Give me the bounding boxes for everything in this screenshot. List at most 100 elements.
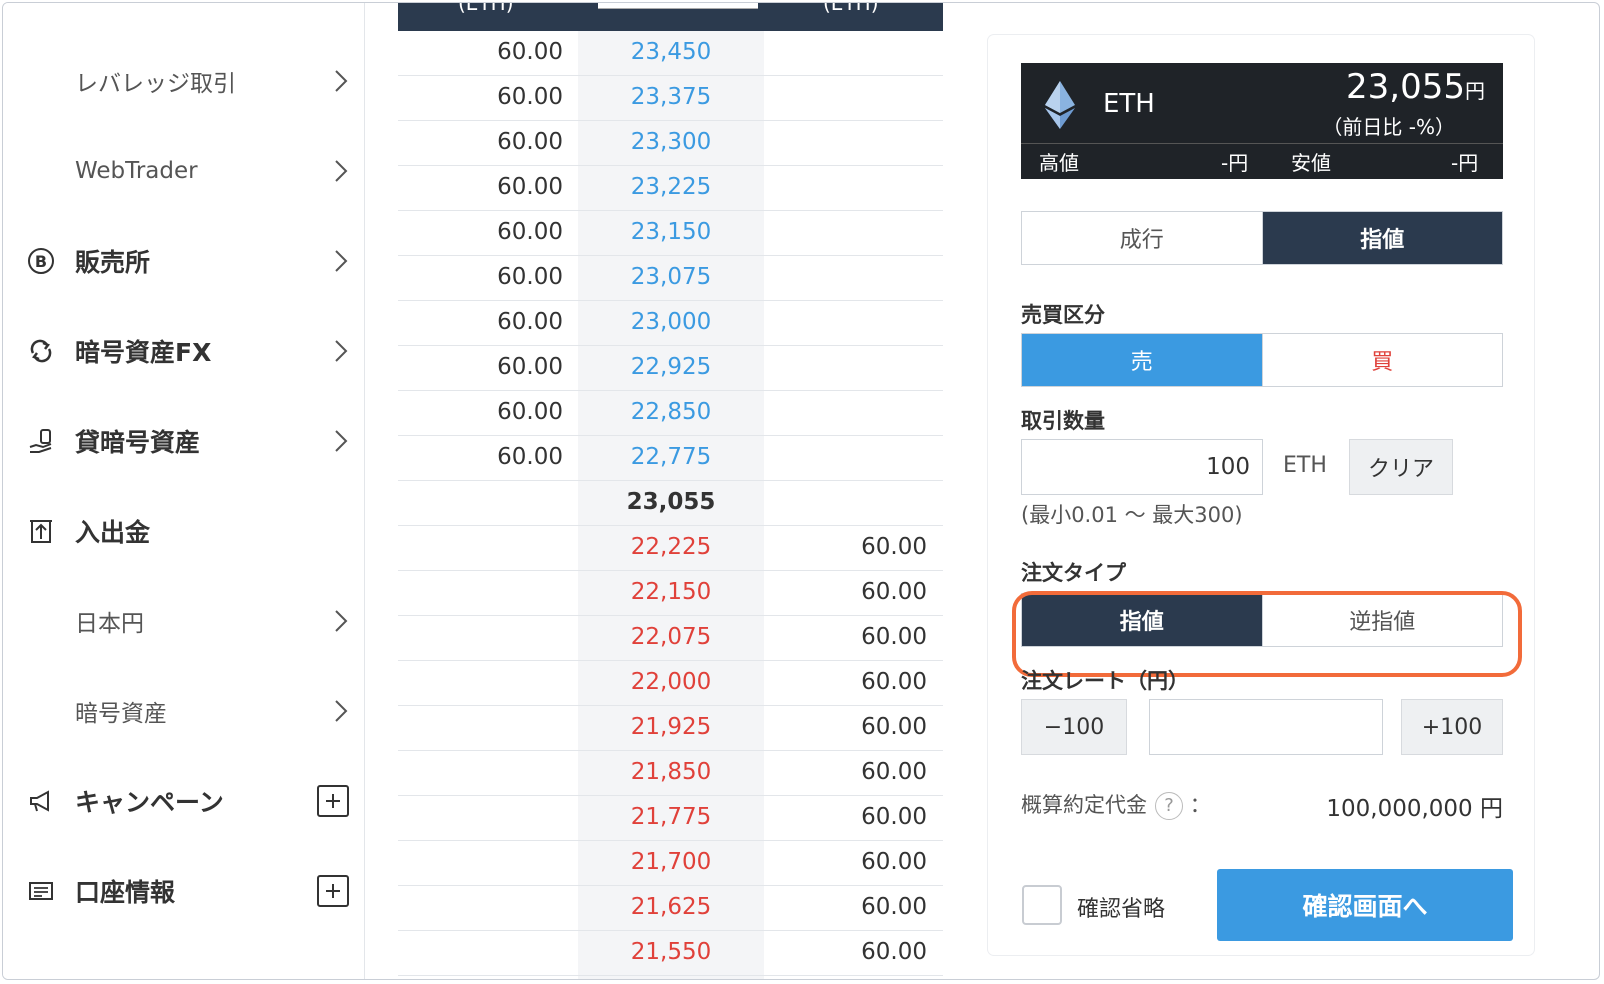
- order-book-row[interactable]: 21,775 60.00: [398, 796, 943, 841]
- sidebar-item-crypto[interactable]: 暗号資産: [3, 681, 363, 741]
- quantity-input[interactable]: 100: [1021, 439, 1263, 495]
- header-left-unit: (ETH): [458, 2, 514, 15]
- order-book-header: (ETH) (ETH): [398, 3, 943, 31]
- bid-qty: 60.00: [497, 129, 563, 155]
- help-question-icon[interactable]: ?: [1155, 792, 1183, 820]
- rate-plus-button[interactable]: +100: [1401, 699, 1503, 755]
- order-book-row[interactable]: 60.00 23,450: [398, 31, 943, 76]
- ask-qty: 60.00: [861, 894, 927, 920]
- bid-qty: 60.00: [497, 309, 563, 335]
- price: 22,775: [630, 444, 712, 470]
- low-value: -円: [1451, 151, 1479, 175]
- ask-qty: 60.00: [861, 804, 927, 830]
- sidebar-item-jpy[interactable]: 日本円: [3, 591, 363, 651]
- sidebar-item-label: 日本円: [75, 611, 144, 637]
- clear-button[interactable]: クリア: [1349, 439, 1453, 495]
- side-label: 売買区分: [1021, 303, 1105, 327]
- price: 22,000: [630, 669, 712, 695]
- price: 21,625: [630, 894, 712, 920]
- ask-qty: 60.00: [861, 714, 927, 740]
- order-book-row[interactable]: 21,850 60.00: [398, 751, 943, 796]
- sidebar-item-label: 暗号資産: [75, 701, 167, 727]
- sidebar-item-lending[interactable]: 貸暗号資産: [3, 411, 363, 471]
- qty-unit: ETH: [1283, 453, 1327, 478]
- order-book-row[interactable]: 60.00 23,000: [398, 301, 943, 346]
- sidebar-item-webtrader[interactable]: WebTrader: [3, 141, 363, 201]
- exchange-arrows-icon: [25, 335, 57, 367]
- sidebar-item-campaign[interactable]: キャンペーン: [3, 771, 363, 831]
- header-scroll-bar[interactable]: [598, 3, 758, 9]
- order-book-row[interactable]: 21,925 60.00: [398, 706, 943, 751]
- ticker-price-unit: 円: [1465, 79, 1485, 103]
- price: 23,300: [630, 129, 712, 155]
- price: 23,225: [630, 174, 712, 200]
- account-card-icon: [25, 875, 57, 907]
- sidebar-item-deposit-withdraw[interactable]: 入出金: [3, 501, 363, 561]
- order-book-row[interactable]: 60.00 23,375: [398, 76, 943, 121]
- order-book-row[interactable]: 23,055: [398, 481, 943, 526]
- order-book-row[interactable]: 21,625 60.00: [398, 886, 943, 931]
- sidebar-item-leverage[interactable]: レバレッジ取引: [3, 51, 363, 111]
- header-right-unit: (ETH): [823, 2, 879, 15]
- order-book-row[interactable]: 60.00 22,925: [398, 346, 943, 391]
- estimate-label: 概算約定代金: [1021, 793, 1147, 817]
- price: 23,075: [630, 264, 712, 290]
- rate-minus-button[interactable]: −100: [1021, 699, 1127, 755]
- order-book-row[interactable]: 21,550 60.00: [398, 931, 943, 976]
- sidebar-item-crypto-fx[interactable]: 暗号資産FX: [3, 321, 363, 381]
- chevron-right-icon: [335, 160, 348, 182]
- svg-text:B: B: [35, 252, 47, 271]
- side-toggle: 売 買: [1021, 333, 1503, 387]
- sidebar: レバレッジ取引 WebTrader B 販売所 暗号資産FX 貸暗号資産 入出金…: [3, 3, 365, 979]
- expand-plus-icon[interactable]: [317, 785, 349, 817]
- price: 21,850: [630, 759, 712, 785]
- sidebar-item-label: キャンペーン: [75, 788, 224, 817]
- order-book-row[interactable]: 60.00 23,300: [398, 121, 943, 166]
- sidebar-item-label: 貸暗号資産: [75, 428, 201, 457]
- rate-input[interactable]: [1149, 699, 1383, 755]
- price: 22,225: [630, 534, 712, 560]
- lending-hand-icon: [25, 425, 57, 457]
- order-book-row[interactable]: 60.00 22,775: [398, 436, 943, 481]
- ticker-symbol: ETH: [1103, 89, 1155, 119]
- sidebar-item-label: WebTrader: [75, 158, 198, 184]
- sidebar-item-account-info[interactable]: 口座情報: [3, 861, 363, 921]
- high-label: 高値: [1039, 151, 1079, 175]
- order-book-row[interactable]: 22,075 60.00: [398, 616, 943, 661]
- qty-label: 取引数量: [1021, 409, 1105, 433]
- order-book-row[interactable]: 22,225 60.00: [398, 526, 943, 571]
- bid-qty: 60.00: [497, 444, 563, 470]
- price: 23,450: [630, 39, 712, 65]
- sidebar-item-label: レバレッジ取引: [75, 71, 236, 97]
- price: 23,000: [630, 309, 712, 335]
- ticker-price: 23,055円: [1346, 67, 1485, 107]
- bid-qty: 60.00: [497, 39, 563, 65]
- order-book-row[interactable]: 21,700 60.00: [398, 841, 943, 886]
- ticker-price-value: 23,055: [1346, 67, 1465, 107]
- expand-plus-icon[interactable]: [317, 875, 349, 907]
- ask-qty: 60.00: [861, 534, 927, 560]
- sidebar-item-label: 販売所: [75, 248, 151, 277]
- tab-market-order[interactable]: 成行: [1022, 212, 1262, 264]
- order-book-row[interactable]: 22,000 60.00: [398, 661, 943, 706]
- order-book-row[interactable]: 60.00 23,075: [398, 256, 943, 301]
- bid-qty: 60.00: [497, 219, 563, 245]
- skip-confirm-checkbox[interactable]: [1022, 885, 1062, 925]
- order-book-row[interactable]: 60.00 23,225: [398, 166, 943, 211]
- qty-range: (最小0.01 〜 最大300): [1021, 503, 1243, 527]
- sidebar-item-exchange[interactable]: B 販売所: [3, 231, 363, 291]
- order-book-row[interactable]: 60.00 23,150: [398, 211, 943, 256]
- tab-limit-order[interactable]: 指値: [1261, 212, 1502, 264]
- chevron-right-icon: [335, 340, 348, 362]
- estimate-row: 概算約定代金? ：: [1021, 789, 1211, 820]
- estimate-value: 100,000,000 円: [1326, 796, 1503, 822]
- order-book-row[interactable]: 22,150 60.00: [398, 571, 943, 616]
- order-book-row[interactable]: 60.00 22,850: [398, 391, 943, 436]
- sell-button[interactable]: 売: [1022, 334, 1262, 386]
- buy-button[interactable]: 買: [1261, 334, 1502, 386]
- chevron-right-icon: [335, 430, 348, 452]
- ask-qty: 60.00: [861, 759, 927, 785]
- confirm-screen-button[interactable]: 確認画面へ: [1217, 869, 1513, 941]
- price: 23,150: [630, 219, 712, 245]
- price: 23,055: [626, 489, 716, 515]
